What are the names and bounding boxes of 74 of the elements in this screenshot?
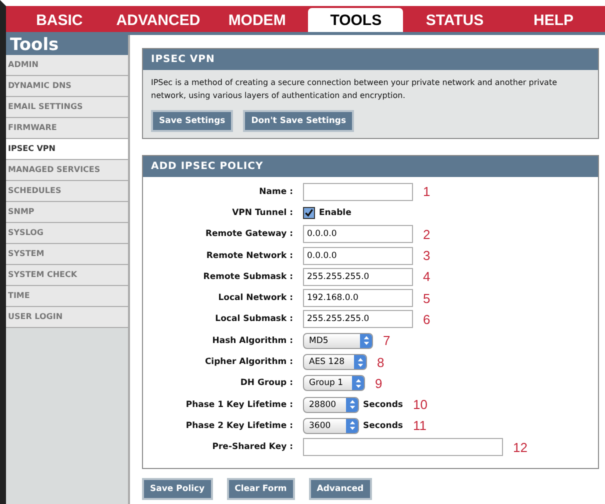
select-dropdown[interactable]: Group 1 — [303, 375, 365, 392]
panel-title: IPSEC VPN — [143, 49, 598, 70]
description-text: IPSec is a method of creating a secure connection between your private network and another private network, using various layers of authentication and encryption. — [151, 77, 558, 102]
field-label: Name : — [258, 186, 294, 197]
callout-number: 5 — [423, 290, 430, 306]
panel-title: ADD IPSEC POLICY — [143, 156, 598, 177]
callout-number: 11 — [412, 418, 426, 434]
sidebar-title: Tools — [6, 35, 128, 55]
field-label: Cipher Algorithm : — [204, 357, 294, 368]
up-down-arrows-icon — [348, 420, 356, 432]
unit-label: Seconds — [363, 420, 403, 431]
form-button[interactable]: Clear Form — [226, 478, 295, 500]
field-label: Phase 1 Key Lifetime : — [184, 400, 294, 410]
settings-button[interactable]: Don't Save Settings — [243, 110, 354, 132]
callout-number: 12 — [513, 440, 528, 455]
up-down-arrows-icon — [354, 378, 362, 389]
callout-number: 10 — [412, 397, 428, 412]
field-label: Phase 2 Key Lifetime : — [184, 420, 294, 431]
sidebar-item[interactable]: DYNAMIC DNS — [6, 76, 128, 97]
checkbox[interactable] — [303, 206, 315, 219]
up-down-arrows-icon — [348, 399, 356, 410]
text-field[interactable]: 255.255.255.0 — [303, 268, 413, 286]
nav-tab[interactable]: TOOLS — [308, 8, 404, 32]
select-dropdown[interactable]: 28800 — [303, 396, 359, 413]
callout-number: 2 — [423, 226, 430, 242]
nav-tab[interactable]: MODEM — [210, 8, 304, 32]
field-label: Local Submask : — [214, 314, 294, 324]
field-label: Remote Gateway : — [204, 229, 294, 240]
field-label: Remote Submask : — [202, 272, 294, 282]
text-field[interactable]: 0.0.0.0 — [303, 246, 413, 265]
text-field[interactable]: 0.0.0.0 — [303, 225, 413, 244]
sidebar-item[interactable]: SYSTEM — [6, 244, 128, 265]
field-label: DH Group : — [239, 378, 294, 388]
sidebar-item[interactable]: TIME — [6, 286, 128, 307]
sidebar-item[interactable]: FIRMWARE — [6, 118, 128, 139]
select-dropdown[interactable]: 3600 — [303, 418, 359, 434]
callout-number: 3 — [423, 248, 430, 264]
sidebar-item[interactable]: ADMIN — [6, 55, 128, 76]
text-field[interactable] — [303, 182, 413, 201]
field-label: Pre-Shared Key : — [211, 442, 294, 452]
checkbox-label: Enable — [319, 208, 352, 218]
callout-number: 4 — [423, 269, 430, 284]
sidebar-item[interactable]: SCHEDULES — [6, 181, 128, 202]
callout-number: 8 — [377, 354, 384, 370]
field-label: Local Network : — [217, 293, 294, 304]
up-down-arrows-icon — [356, 356, 364, 368]
sidebar-item[interactable]: MANAGED SERVICES — [6, 160, 128, 181]
nav-tab[interactable]: HELP — [506, 8, 601, 32]
sidebar-item[interactable]: IPSEC VPN — [6, 139, 128, 160]
select-dropdown[interactable]: AES 128 — [303, 354, 367, 370]
form-button[interactable]: Advanced — [308, 478, 372, 500]
text-field[interactable]: 192.168.0.0 — [303, 289, 413, 308]
field-label: Remote Network : — [205, 250, 294, 261]
field-label: VPN Tunnel : — [231, 208, 294, 218]
text-field[interactable]: 255.255.255.0 — [303, 310, 413, 328]
sidebar-item[interactable]: EMAIL SETTINGS — [6, 97, 128, 118]
nav-tab[interactable]: BASIC — [12, 8, 107, 32]
settings-button[interactable]: Save Settings — [151, 110, 234, 132]
up-down-arrows-icon — [362, 335, 370, 346]
text-field[interactable] — [303, 438, 503, 456]
select-dropdown[interactable]: MD5 — [303, 332, 373, 349]
field-label: Hash Algorithm : — [211, 336, 294, 346]
sidebar-item[interactable]: SNMP — [6, 202, 128, 223]
callout-number: 7 — [383, 333, 390, 348]
nav-tab[interactable]: ADVANCED — [110, 8, 206, 32]
sidebar-item[interactable]: USER LOGIN — [6, 307, 128, 328]
sidebar-item[interactable]: SYSLOG — [6, 223, 128, 244]
callout-number: 1 — [423, 184, 430, 200]
form-button[interactable]: Save Policy — [142, 478, 213, 500]
unit-label: Seconds — [363, 400, 403, 410]
nav-tab[interactable]: STATUS — [407, 8, 502, 32]
sidebar-item[interactable]: SYSTEM CHECK — [6, 265, 128, 286]
callout-number: 9 — [375, 376, 382, 391]
callout-number: 6 — [423, 312, 430, 327]
